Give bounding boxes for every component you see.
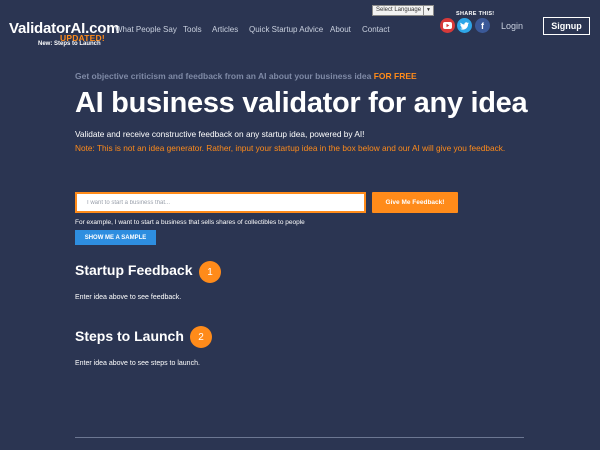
hero-kicker-highlight: FOR FREE [373, 71, 417, 81]
nav-about[interactable]: About [330, 25, 351, 34]
chevron-down-icon: ▼ [426, 7, 431, 13]
startup-feedback-text: Enter idea above to see feedback. [75, 294, 182, 301]
steps-to-launch-title: Steps to Launch [75, 328, 184, 344]
nav-tools[interactable]: Tools [183, 25, 202, 34]
give-feedback-button[interactable]: Give Me Feedback! [372, 192, 458, 213]
step-2-badge: 2 [190, 326, 212, 348]
hero-kicker-text: Get objective criticism and feedback fro… [75, 71, 372, 81]
share-label: SHARE THIS! [456, 11, 495, 17]
nav-articles[interactable]: Articles [212, 25, 238, 34]
show-sample-button[interactable]: SHOW ME A SAMPLE [75, 230, 156, 245]
facebook-icon[interactable]: f [475, 18, 490, 33]
language-select-value: Select Language [376, 7, 422, 13]
nav-quick-startup-advice[interactable]: Quick Startup Advice [249, 25, 323, 34]
language-select-divider [423, 6, 424, 15]
startup-feedback-title: Startup Feedback [75, 262, 193, 278]
signup-button[interactable]: Signup [543, 17, 590, 35]
nav-what-people-say[interactable]: What People Say [115, 25, 177, 34]
example-text: For example, I want to start a business … [75, 219, 305, 226]
footer-divider [75, 437, 524, 438]
logo-tagline: New: Steps to Launch [38, 41, 101, 47]
login-link[interactable]: Login [501, 21, 523, 31]
top-nav: ValidatorAI.com UPDATED! New: Steps to L… [0, 0, 600, 50]
steps-to-launch-text: Enter idea above to see steps to launch. [75, 360, 200, 367]
nav-contact[interactable]: Contact [362, 25, 390, 34]
language-select[interactable]: Select Language ▼ [372, 5, 434, 16]
youtube-icon[interactable] [440, 18, 455, 33]
idea-input[interactable] [75, 192, 366, 213]
hero-subtitle: Validate and receive constructive feedba… [75, 129, 365, 139]
twitter-icon[interactable] [457, 18, 472, 33]
hero-note: Note: This is not an idea generator. Rat… [75, 143, 506, 153]
page-title: AI business validator for any idea [75, 87, 528, 119]
hero-kicker: Get objective criticism and feedback fro… [75, 71, 417, 81]
step-1-badge: 1 [199, 261, 221, 283]
